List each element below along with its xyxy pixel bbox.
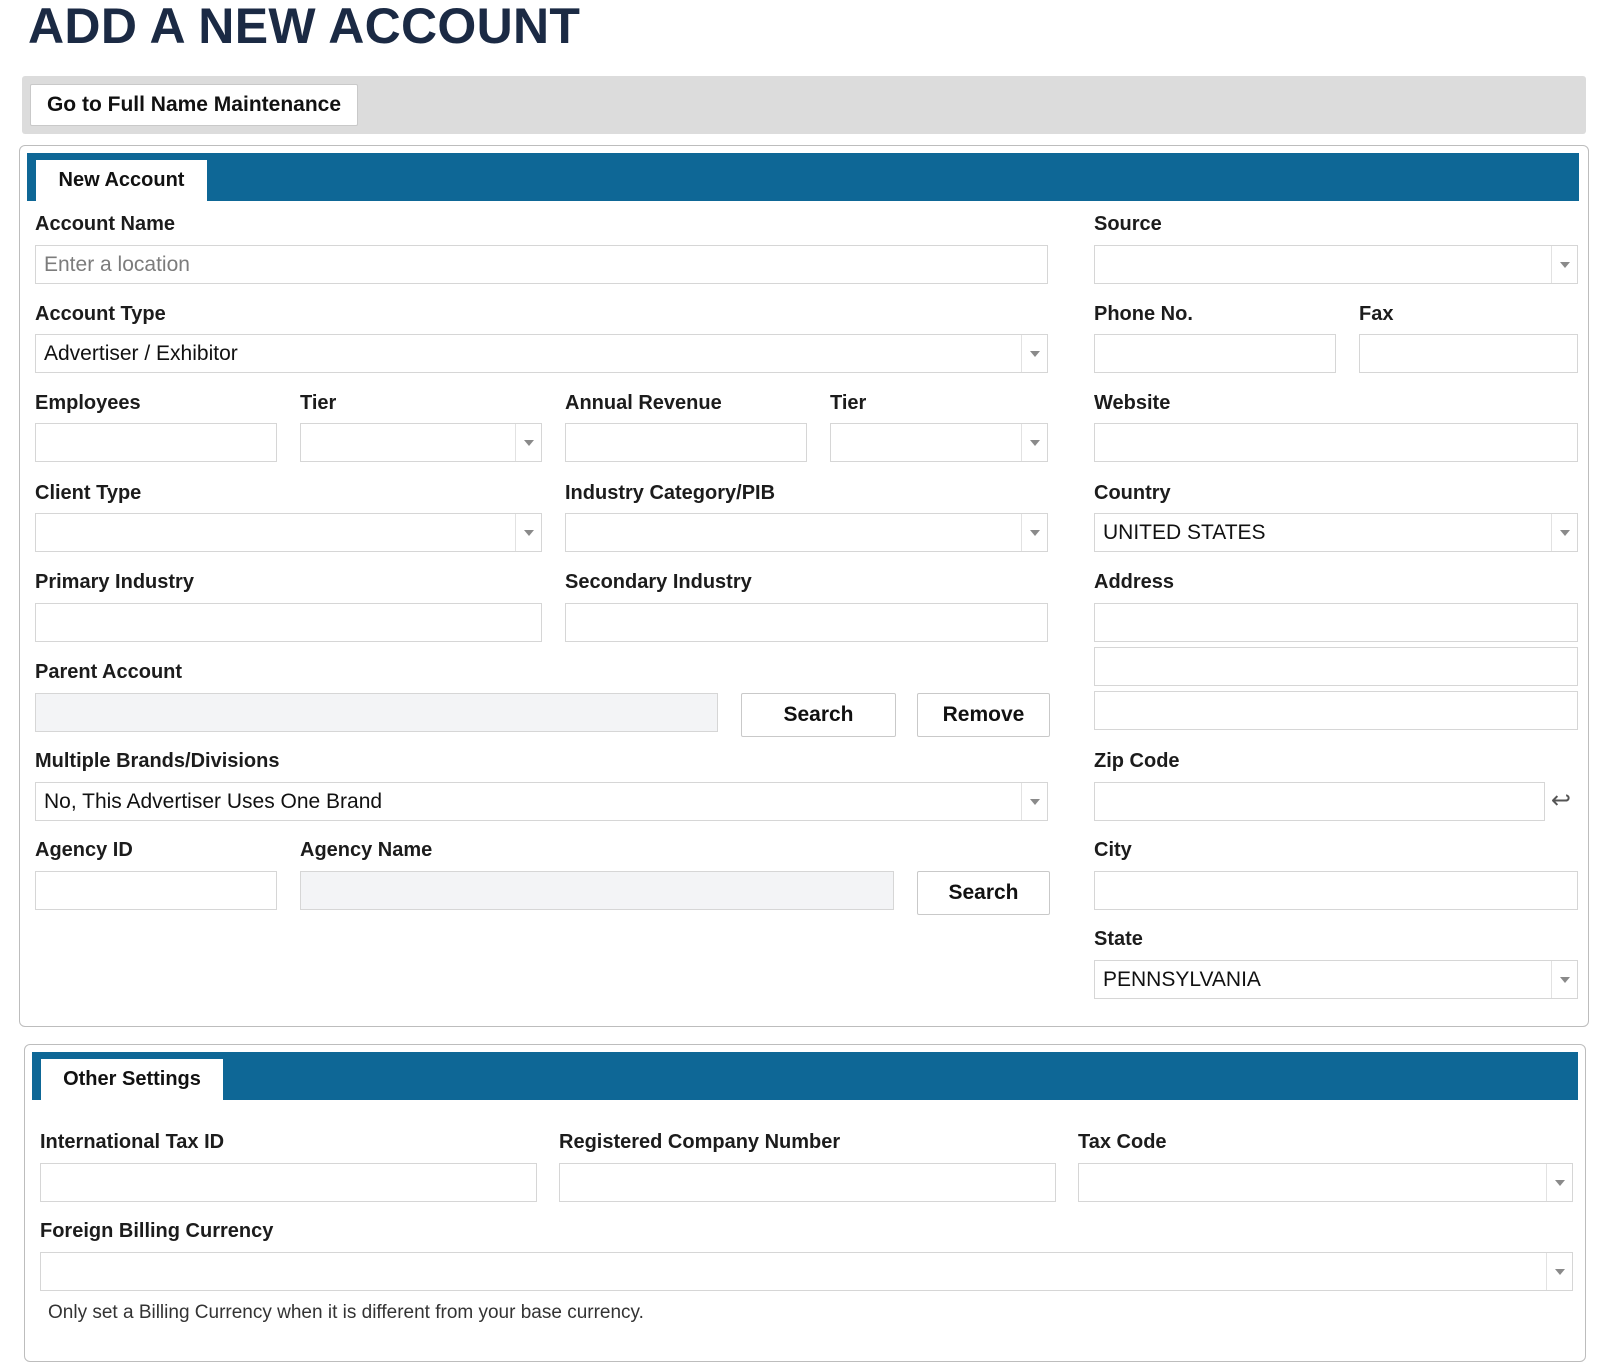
tab-other-settings[interactable]: Other Settings [41, 1059, 223, 1100]
other-settings-panel-header [32, 1052, 1578, 1100]
chevron-down-icon[interactable] [1551, 961, 1577, 998]
foreign-billing-currency-label: Foreign Billing Currency [40, 1220, 274, 1242]
employees-tier-select[interactable] [300, 423, 542, 462]
chevron-down-icon[interactable] [1551, 246, 1577, 283]
multiple-brands-select[interactable]: No, This Advertiser Uses One Brand [35, 782, 1048, 821]
chevron-down-icon[interactable] [1546, 1253, 1572, 1290]
agency-name-input[interactable] [300, 871, 894, 910]
primary-industry-label: Primary Industry [35, 571, 194, 593]
address-line-3-input[interactable] [1094, 691, 1578, 730]
secondary-industry-input[interactable] [565, 603, 1048, 642]
account-type-label: Account Type [35, 303, 166, 325]
phone-label: Phone No. [1094, 303, 1193, 325]
chevron-down-icon[interactable] [1021, 335, 1047, 372]
account-type-select[interactable]: Advertiser / Exhibitor [35, 334, 1048, 373]
client-type-label: Client Type [35, 482, 142, 504]
full-name-maintenance-button[interactable]: Go to Full Name Maintenance [30, 84, 358, 126]
chevron-down-icon[interactable] [1021, 783, 1047, 820]
agency-id-input[interactable] [35, 871, 277, 910]
secondary-industry-label: Secondary Industry [565, 571, 752, 593]
source-select[interactable] [1094, 245, 1578, 284]
industry-category-select[interactable] [565, 513, 1048, 552]
country-select[interactable]: UNITED STATES [1094, 513, 1578, 552]
city-label: City [1094, 839, 1132, 861]
parent-account-remove-button[interactable]: Remove [917, 693, 1050, 737]
international-tax-id-label: International Tax ID [40, 1131, 225, 1153]
state-value: PENNSYLVANIA [1103, 967, 1261, 991]
foreign-billing-currency-select[interactable] [40, 1252, 1573, 1291]
revenue-tier-label: Tier [830, 392, 867, 414]
chevron-down-icon[interactable] [1551, 514, 1577, 551]
chevron-down-icon[interactable] [515, 424, 541, 461]
state-select[interactable]: PENNSYLVANIA [1094, 960, 1578, 999]
industry-category-label: Industry Category/PIB [565, 482, 776, 504]
account-name-label: Account Name [35, 213, 176, 235]
account-name-input[interactable] [35, 245, 1048, 284]
primary-industry-input[interactable] [35, 603, 542, 642]
website-input[interactable] [1094, 423, 1578, 462]
employees-input[interactable] [35, 423, 277, 462]
employees-tier-label: Tier [300, 392, 337, 414]
revenue-tier-select[interactable] [830, 423, 1048, 462]
multiple-brands-value: No, This Advertiser Uses One Brand [44, 789, 383, 813]
new-account-panel-header [27, 153, 1579, 201]
chevron-down-icon[interactable] [1021, 424, 1047, 461]
international-tax-id-input[interactable] [40, 1163, 537, 1202]
website-label: Website [1094, 392, 1171, 414]
account-type-value: Advertiser / Exhibitor [44, 341, 238, 365]
address-line-2-input[interactable] [1094, 647, 1578, 686]
agency-id-label: Agency ID [35, 839, 133, 861]
phone-input[interactable] [1094, 334, 1336, 373]
parent-account-input[interactable] [35, 693, 718, 732]
annual-revenue-label: Annual Revenue [565, 392, 722, 414]
parent-account-label: Parent Account [35, 661, 183, 683]
source-label: Source [1094, 213, 1162, 235]
zip-code-label: Zip Code [1094, 750, 1180, 772]
tab-new-account[interactable]: New Account [36, 160, 207, 201]
parent-account-search-button[interactable]: Search [741, 693, 896, 737]
chevron-down-icon[interactable] [1021, 514, 1047, 551]
agency-search-button[interactable]: Search [917, 871, 1050, 915]
registered-company-number-label: Registered Company Number [559, 1131, 841, 1153]
annual-revenue-input[interactable] [565, 423, 807, 462]
employees-label: Employees [35, 392, 141, 414]
tax-code-label: Tax Code [1078, 1131, 1167, 1153]
enter-icon[interactable]: ↩ [1551, 789, 1571, 813]
billing-currency-hint: Only set a Billing Currency when it is d… [48, 1302, 644, 1323]
multiple-brands-label: Multiple Brands/Divisions [35, 750, 280, 772]
city-input[interactable] [1094, 871, 1578, 910]
fax-input[interactable] [1359, 334, 1578, 373]
page-title: ADD A NEW ACCOUNT [28, 0, 581, 54]
fax-label: Fax [1359, 303, 1394, 325]
state-label: State [1094, 928, 1143, 950]
chevron-down-icon[interactable] [515, 514, 541, 551]
client-type-select[interactable] [35, 513, 542, 552]
chevron-down-icon[interactable] [1546, 1164, 1572, 1201]
agency-name-label: Agency Name [300, 839, 433, 861]
registered-company-number-input[interactable] [559, 1163, 1056, 1202]
tax-code-select[interactable] [1078, 1163, 1573, 1202]
address-label: Address [1094, 571, 1175, 593]
country-label: Country [1094, 482, 1171, 504]
zip-code-input[interactable] [1094, 782, 1545, 821]
country-value: UNITED STATES [1103, 520, 1266, 544]
address-line-1-input[interactable] [1094, 603, 1578, 642]
